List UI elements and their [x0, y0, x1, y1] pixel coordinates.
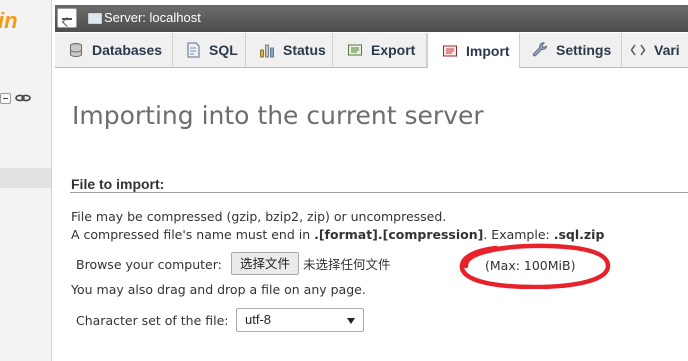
dropdown-arrow-icon	[347, 318, 355, 324]
server-icon	[88, 13, 102, 24]
tab-import[interactable]: Import	[427, 33, 520, 68]
annotation-ellipse	[459, 243, 611, 289]
status-icon	[260, 44, 274, 58]
format-pattern: .[format].[compression]	[314, 227, 484, 242]
breadcrumb-server[interactable]: Server: localhost	[104, 10, 201, 26]
tab-label: Vari	[654, 42, 680, 58]
tab-label: Export	[371, 42, 416, 58]
page-title: Importing into the current server	[72, 101, 484, 130]
tab-sql[interactable]: SQL	[173, 33, 246, 67]
phpmyadmin-logo[interactable]: in	[0, 8, 18, 34]
section-title: File to import:	[71, 176, 165, 192]
export-icon	[348, 44, 362, 56]
compression-note: File may be compressed (gzip, bzip2, zip…	[71, 209, 447, 224]
tab-label: Databases	[92, 42, 163, 58]
charset-label: Character set of the file:	[76, 313, 229, 328]
databases-icon	[70, 43, 82, 58]
sql-icon	[187, 42, 200, 58]
browse-label: Browse your computer:	[76, 257, 222, 272]
collapse-all-icon[interactable]	[0, 93, 11, 104]
tab-status[interactable]: Status	[246, 33, 333, 67]
charset-select[interactable]: utf-8	[236, 308, 364, 332]
wrench-icon	[532, 42, 547, 57]
choose-file-button[interactable]: 选择文件	[231, 252, 299, 275]
navigation-panel: in	[0, 0, 52, 361]
variables-icon	[630, 44, 646, 56]
nav-selected-row[interactable]	[0, 168, 51, 188]
back-arrow-icon[interactable]	[57, 8, 77, 28]
drag-drop-hint: You may also drag and drop a file on any…	[71, 282, 366, 297]
tab-databases[interactable]: Databases	[55, 33, 173, 67]
tab-label: Settings	[556, 42, 612, 58]
section-divider	[70, 192, 688, 193]
charset-value: utf-8	[245, 312, 272, 327]
tab-export[interactable]: Export	[333, 33, 427, 67]
example-extension: .sql.zip	[553, 227, 605, 242]
no-file-chosen-text: 未选择任何文件	[303, 257, 391, 272]
main-menu-tabs: Databases SQL Status Export Import Setti…	[55, 33, 688, 68]
naming-text: . Example:	[483, 227, 554, 242]
tab-label: SQL	[209, 42, 238, 58]
tab-label: Status	[283, 42, 326, 58]
import-icon	[443, 45, 457, 56]
compression-naming-note: A compressed file's name must end in .[f…	[71, 227, 604, 243]
link-icon[interactable]	[15, 92, 31, 104]
breadcrumb-bar: Server: localhost	[55, 5, 688, 32]
tab-label: Import	[466, 42, 510, 59]
naming-text: A compressed file's name must end in	[71, 227, 315, 242]
tab-settings[interactable]: Settings	[520, 33, 622, 67]
tab-variables[interactable]: Vari	[622, 33, 688, 67]
phpmyadmin-window: in Server: localhost Databases S	[0, 0, 688, 361]
